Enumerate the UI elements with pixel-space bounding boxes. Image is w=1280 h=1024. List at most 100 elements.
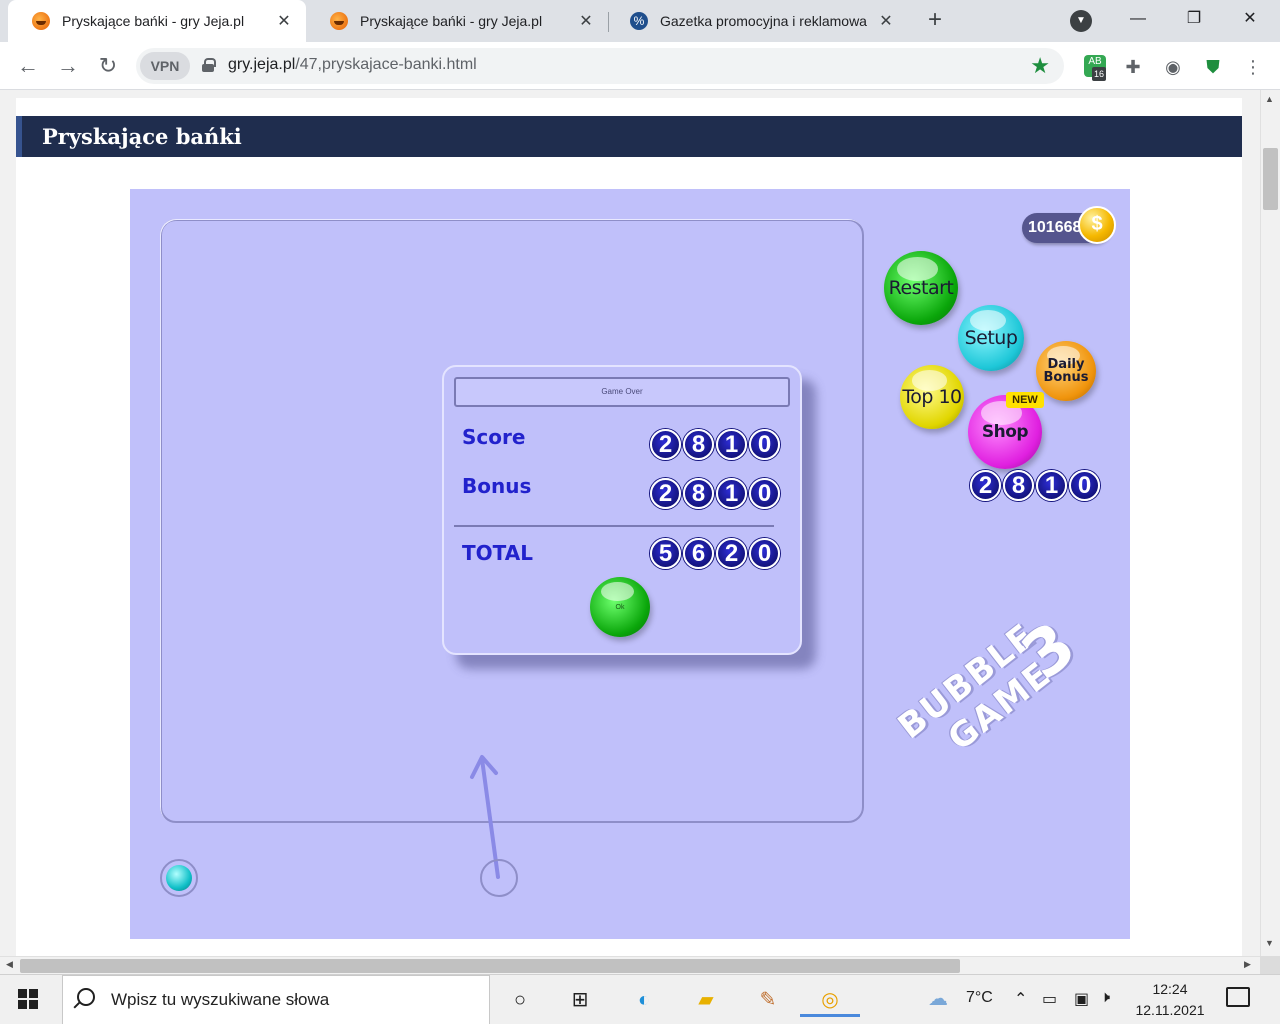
minimize-icon[interactable]: — <box>1110 0 1166 40</box>
cortana-icon[interactable]: ○ <box>500 983 540 1017</box>
extension-label: AB <box>1088 56 1102 67</box>
close-window-icon[interactable]: ✕ <box>1222 0 1278 40</box>
tab-search-icon[interactable]: ▼ <box>1070 10 1092 32</box>
game-canvas[interactable]: 1016681 $ Restart Setup Daily Bonus Top 1… <box>130 189 1130 939</box>
search-icon <box>77 988 95 1006</box>
jeja-favicon-icon <box>32 12 50 30</box>
restart-button[interactable]: Restart <box>884 251 958 325</box>
daily-bonus-label: Daily Bonus <box>1043 358 1088 384</box>
scroll-down-icon[interactable]: ▼ <box>1265 938 1274 948</box>
clock-time: 12:24 <box>1152 981 1188 997</box>
close-tab-icon[interactable]: ✕ <box>876 11 896 31</box>
restart-label: Restart <box>888 277 954 299</box>
file-explorer-icon[interactable]: ▰ <box>686 983 726 1017</box>
vertical-scroll-thumb[interactable] <box>1263 148 1278 210</box>
extension-badge: 16 <box>1092 67 1107 81</box>
tab-gazetka[interactable]: % Gazetka promocyjna i reklamowa ✕ <box>606 0 908 42</box>
windows-start-icon[interactable] <box>8 987 48 1013</box>
top10-label: Top 10 <box>902 386 962 408</box>
scroll-up-icon[interactable]: ▲ <box>1265 94 1274 104</box>
vpn-badge[interactable]: VPN <box>140 52 190 80</box>
vertical-scrollbar[interactable]: ▲ ▼ <box>1260 90 1280 956</box>
bonus-label: Bonus <box>462 474 532 498</box>
temperature[interactable]: 7°C <box>966 989 993 1007</box>
notifications-icon[interactable] <box>1226 987 1250 1007</box>
daily-bonus-button[interactable]: Daily Bonus <box>1036 341 1096 401</box>
volume-muted-icon[interactable]: 🕨 <box>1100 989 1110 1007</box>
coin-icon: $ <box>1078 206 1116 244</box>
tray-chevron-icon[interactable]: ⌃ <box>1014 989 1027 1009</box>
tab-title: Pryskające bańki - gry Jeja.pl <box>62 13 245 29</box>
windows-taskbar: Wpisz tu wyszukiwane słowa ○ ⊞ ◐ ▰ ✎ ◎ ☁… <box>0 974 1280 1024</box>
tab-jeja-1[interactable]: Pryskające bańki - gry Jeja.pl ✕ <box>8 0 306 42</box>
meet-now-icon[interactable]: ▣ <box>1074 989 1089 1009</box>
weather-cloud-icon[interactable]: ☁ <box>928 986 948 1011</box>
total-label: TOTAL <box>462 541 533 565</box>
total-value: 5 6 2 0 <box>650 538 782 569</box>
forward-icon[interactable]: → <box>54 52 82 80</box>
game-over-dialog: Game Over Score 2 8 1 0 Bonus 2 8 1 0 TO… <box>442 365 802 655</box>
side-score: 2 8 1 0 <box>970 470 1102 501</box>
setup-button[interactable]: Setup <box>958 305 1024 371</box>
score-digit: 2 <box>650 429 681 460</box>
ok-button[interactable]: Ok <box>590 577 650 637</box>
horizontal-scrollbar[interactable]: ◀ ▶ <box>0 956 1260 974</box>
edge-browser-icon[interactable]: ◐ <box>624 983 664 1017</box>
scroll-left-icon[interactable]: ◀ <box>6 959 13 970</box>
taskbar-search-placeholder: Wpisz tu wyszukiwane słowa <box>111 990 330 1009</box>
scrollbar-corner <box>1260 956 1280 974</box>
total-digit: 0 <box>749 538 780 569</box>
score-value: 2 8 1 0 <box>650 429 782 460</box>
back-icon[interactable]: ← <box>14 52 42 80</box>
tab-title: Gazetka promocyjna i reklamowa <box>660 13 867 29</box>
page-viewport: Pryskające bańki 1016681 $ Restart Setup… <box>0 90 1260 956</box>
scroll-right-icon[interactable]: ▶ <box>1244 959 1251 970</box>
reload-icon[interactable]: ↻ <box>94 52 122 80</box>
bubble-game-logo: BUBBLE GAME 3 <box>863 563 1113 804</box>
close-tab-icon[interactable]: ✕ <box>274 11 294 31</box>
close-tab-icon[interactable]: ✕ <box>576 11 596 31</box>
total-digit: 5 <box>650 538 681 569</box>
top10-button[interactable]: Top 10 <box>900 365 964 429</box>
page-heading: Pryskające bańki <box>16 116 1242 157</box>
chrome-taskbar-icon[interactable]: ◎ <box>800 983 860 1017</box>
new-tab-icon[interactable]: + <box>922 8 948 34</box>
new-badge: NEW <box>1006 392 1044 408</box>
restore-icon[interactable]: ❐ <box>1166 0 1222 40</box>
system-clock[interactable]: 12:24 12.11.2021 <box>1122 979 1218 1021</box>
score-digit: 0 <box>1069 470 1100 501</box>
page-title: Pryskające bańki <box>42 124 242 149</box>
task-view-icon[interactable]: ⊞ <box>560 983 600 1017</box>
shield-icon[interactable]: ⛊ <box>1200 54 1226 80</box>
score-digit: 0 <box>749 429 780 460</box>
bonus-digit: 2 <box>650 478 681 509</box>
horizontal-scroll-thumb[interactable] <box>20 959 960 973</box>
daily-bonus-line2: Bonus <box>1043 370 1089 385</box>
menu-kebab-icon[interactable]: ⋮ <box>1240 54 1266 80</box>
setup-label: Setup <box>964 327 1018 349</box>
network-icon[interactable]: ▭ <box>1042 989 1057 1009</box>
shooter-ring[interactable] <box>480 859 518 897</box>
score-digit: 1 <box>1036 470 1067 501</box>
tab-jeja-2[interactable]: Pryskające bańki - gry Jeja.pl ✕ <box>306 0 608 42</box>
jeja-favicon-icon <box>330 12 348 30</box>
url-host: gry.jeja.pl <box>228 56 296 73</box>
profile-icon[interactable]: ◉ <box>1160 54 1186 80</box>
tab-title: Pryskające bańki - gry Jeja.pl <box>360 13 543 29</box>
bookmark-star-icon[interactable]: ★ <box>1030 53 1050 79</box>
extensions-puzzle-icon[interactable]: ✚ <box>1120 54 1146 80</box>
score-digit: 2 <box>970 470 1001 501</box>
adblock-extension-icon[interactable]: AB 16 <box>1084 55 1107 81</box>
bonus-digit: 1 <box>716 478 747 509</box>
ok-label: Ok <box>615 603 625 611</box>
next-bubble <box>166 865 192 891</box>
total-digit: 2 <box>716 538 747 569</box>
paint-icon[interactable]: ✎ <box>748 983 788 1017</box>
lock-icon[interactable] <box>202 58 216 72</box>
dialog-divider <box>454 525 774 527</box>
total-digit: 6 <box>683 538 714 569</box>
url-text[interactable]: gry.jeja.pl/47,pryskajace-banki.html <box>228 56 477 74</box>
browser-toolbar: ← → ↻ VPN gry.jeja.pl/47,pryskajace-bank… <box>0 42 1280 90</box>
address-bar[interactable]: VPN gry.jeja.pl/47,pryskajace-banki.html… <box>136 48 1064 84</box>
taskbar-search-box[interactable]: Wpisz tu wyszukiwane słowa <box>62 975 490 1024</box>
